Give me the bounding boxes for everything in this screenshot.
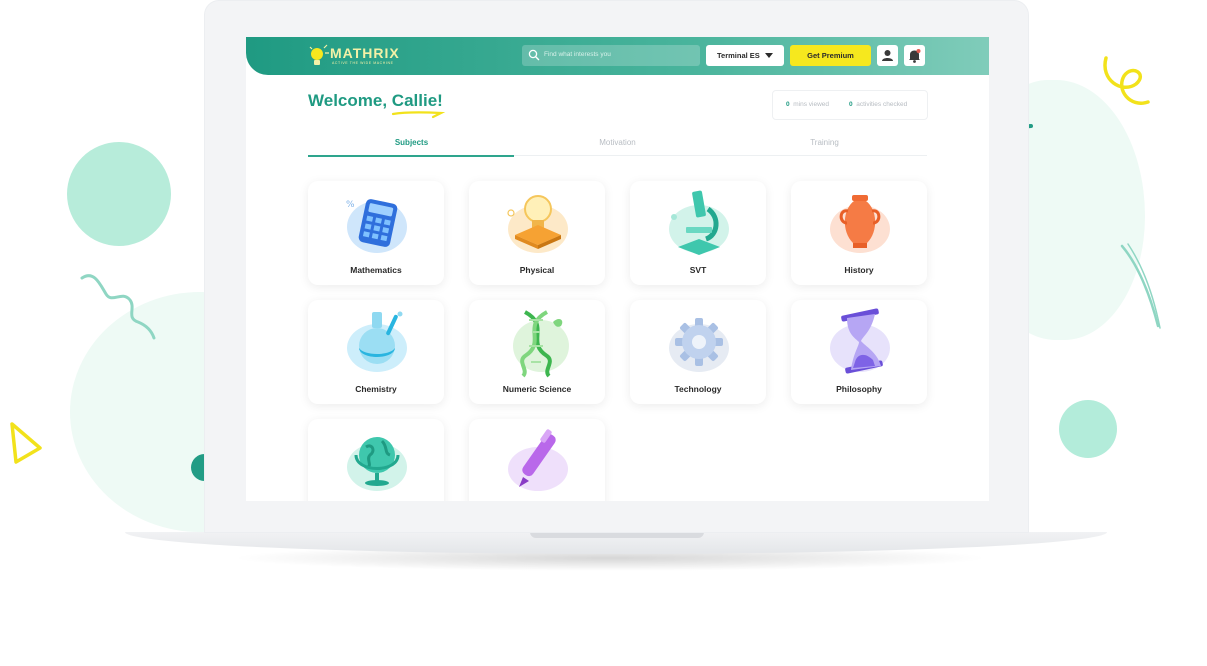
decor-triangle: [10, 422, 42, 464]
subject-label: Numeric Science: [502, 384, 572, 394]
logo-tagline: ACTIVE THE WIDE MACHINE: [332, 61, 394, 65]
get-premium-button[interactable]: Get Premium: [790, 45, 871, 66]
tab-subjects[interactable]: Subjects: [308, 138, 515, 147]
notifications-button[interactable]: [904, 45, 925, 66]
globe-icon: [347, 437, 407, 491]
subject-card-geography[interactable]: [308, 419, 444, 501]
subject-label: Philosophy: [836, 384, 882, 394]
activities-checked-value: 0: [849, 101, 853, 108]
search-icon: [528, 49, 540, 61]
bell-icon: [909, 49, 921, 63]
decor-squiggle: [80, 274, 156, 340]
flask-icon: [347, 311, 407, 372]
decor-lines: [1120, 243, 1161, 329]
tab-active-indicator: [308, 155, 514, 157]
chevron-down-icon: [765, 53, 773, 58]
decor-circle-small: [1059, 400, 1117, 458]
mins-viewed-label: mins viewed: [793, 101, 830, 108]
vase-icon: [830, 195, 890, 253]
subject-card-history[interactable]: History: [791, 181, 927, 285]
subject-card-literature[interactable]: [469, 419, 605, 501]
search-bar[interactable]: Find what interests you: [522, 45, 700, 66]
decor-loop: [1103, 56, 1150, 105]
activities-checked-label: activities checked: [856, 101, 908, 108]
laptop-notch: [530, 532, 704, 538]
name-underline-squiggle: [391, 111, 446, 119]
profile-button[interactable]: [877, 45, 898, 66]
logo-text[interactable]: MATHRIX: [330, 45, 400, 61]
class-select[interactable]: Terminal ES: [706, 45, 784, 66]
hourglass-icon: [830, 308, 890, 374]
calculator-icon: %: [346, 199, 407, 253]
pen-icon: [508, 429, 568, 491]
subject-label: Physical: [519, 265, 555, 275]
search-input[interactable]: Find what interests you: [544, 51, 611, 58]
subject-card-technology[interactable]: Technology: [630, 300, 766, 404]
subject-label: Chemistry: [355, 384, 397, 394]
stats-box: 0 mins viewed 0 activities checked: [772, 90, 928, 120]
logo-bulb-icon: [309, 44, 329, 65]
subject-card-philosophy[interactable]: Philosophy: [791, 300, 927, 404]
tab-training[interactable]: Training: [721, 138, 928, 147]
welcome-heading: Welcome, Callie!: [308, 91, 443, 111]
mins-viewed-value: 0: [786, 101, 790, 108]
decor-circle: [67, 142, 171, 246]
user-name: Callie!: [391, 91, 443, 110]
activities-checked-stat: 0 activities checked: [849, 101, 907, 108]
svg-text:%: %: [346, 200, 355, 210]
subject-label: SVT: [689, 265, 707, 275]
subject-card-chemistry[interactable]: Chemistry: [308, 300, 444, 404]
get-premium-label: Get Premium: [807, 51, 854, 60]
tab-motivation[interactable]: Motivation: [514, 138, 721, 147]
dna-icon: [513, 310, 569, 378]
welcome-greeting: Welcome,: [308, 91, 388, 110]
gear-icon: [669, 318, 729, 372]
subject-card-mathematics[interactable]: % Mathematics: [308, 181, 444, 285]
user-icon: [882, 50, 893, 61]
subject-label: Technology: [674, 384, 722, 394]
subject-card-physical[interactable]: Physical: [469, 181, 605, 285]
subject-card-numeric-science[interactable]: Numeric Science: [469, 300, 605, 404]
class-select-value: Terminal ES: [717, 51, 760, 60]
subject-label: History: [844, 265, 874, 275]
mins-viewed-stat: 0 mins viewed: [786, 101, 829, 108]
app-screen: MATHRIX ACTIVE THE WIDE MACHINE Find wha…: [246, 37, 989, 501]
subject-card-svt[interactable]: SVT: [630, 181, 766, 285]
subject-label: Mathematics: [350, 265, 402, 275]
lightbulb-icon: [507, 195, 568, 253]
microscope-icon: [669, 190, 729, 255]
